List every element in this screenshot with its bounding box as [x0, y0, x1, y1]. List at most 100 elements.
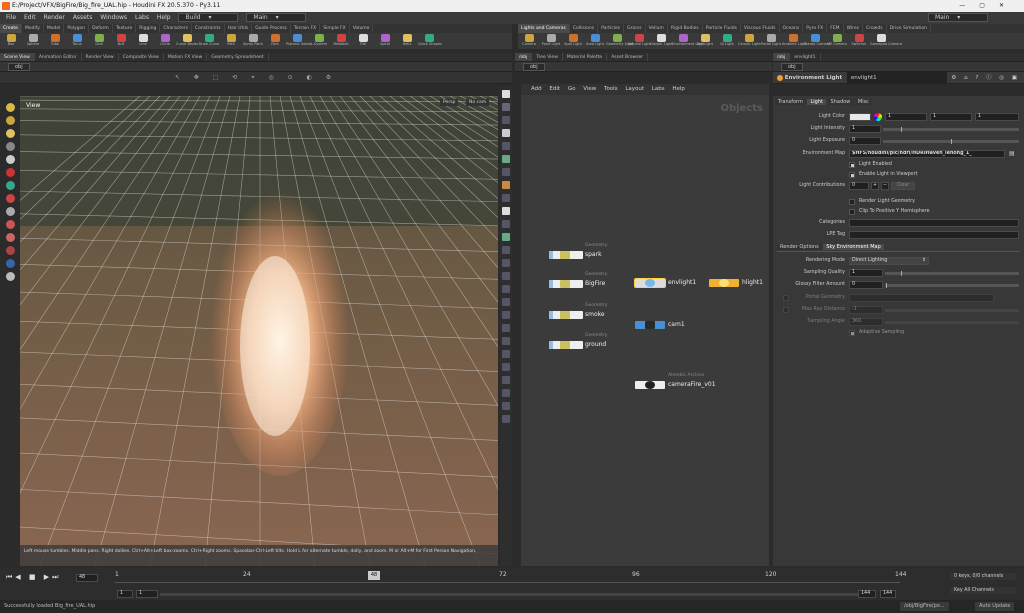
- current-frame-field[interactable]: 48: [76, 574, 98, 582]
- contrib-clear-button[interactable]: Clear: [891, 182, 915, 190]
- node-flag[interactable]: [549, 311, 553, 319]
- window-controls[interactable]: —▢✕: [959, 0, 1018, 12]
- end-frame-field[interactable]: 144: [880, 590, 896, 598]
- rendering-mode-dropdown[interactable]: Direct Lighting ⇕: [849, 257, 929, 265]
- shelf-tab[interactable]: Viscous Fluids: [741, 24, 780, 33]
- desktop-dropdown[interactable]: Main ▾: [246, 13, 307, 22]
- playback-controls[interactable]: ⏮◀ ■ ▶⏭: [6, 573, 61, 582]
- display-option-icon[interactable]: [502, 246, 510, 254]
- shelf-tab[interactable]: Constraints: [192, 24, 225, 33]
- clip-hemi-checkbox[interactable]: [849, 209, 855, 215]
- sampling-quality-field[interactable]: 1: [849, 269, 883, 277]
- snap-grid-icon[interactable]: [5, 233, 15, 242]
- viewport[interactable]: View Persp No cam: [20, 96, 498, 566]
- menu-windows[interactable]: Windows: [100, 14, 127, 21]
- slider-handle[interactable]: [886, 283, 887, 288]
- light-color-b[interactable]: 1: [975, 113, 1019, 121]
- shelf-tool-button[interactable]: Spot Light: [562, 33, 584, 46]
- shelf-tab[interactable]: Characters: [160, 24, 192, 33]
- display-option-icon[interactable]: [502, 194, 510, 202]
- shelf-tool-button[interactable]: Draw Curve: [198, 33, 220, 46]
- net-menu-add[interactable]: Add: [531, 86, 542, 92]
- shelf-tool-button[interactable]: Sphere: [22, 33, 44, 46]
- display-option-icon[interactable]: [502, 298, 510, 306]
- pane-tab[interactable]: Animation Editor: [35, 53, 82, 61]
- display-option-icon[interactable]: [502, 272, 510, 280]
- pane-tab[interactable]: envlight1: [790, 53, 821, 61]
- shelf-tool-button[interactable]: Gamepad Camera: [870, 33, 902, 46]
- shelf-tool-button[interactable]: Curve Bezier: [176, 33, 198, 46]
- camera-menu[interactable]: No cam: [466, 99, 490, 106]
- exposure-slider[interactable]: [883, 139, 1019, 144]
- net-menu-edit[interactable]: Edit: [549, 86, 560, 92]
- build-dropdown[interactable]: Build ▾: [178, 13, 239, 22]
- display-option-icon[interactable]: [502, 207, 510, 215]
- auto-update-button[interactable]: Auto Update: [975, 602, 1015, 611]
- light-enabled-checkbox[interactable]: [849, 162, 855, 168]
- pane-tab[interactable]: Render View: [82, 53, 119, 61]
- shelf-tool-button[interactable]: Ambient Light: [782, 33, 807, 46]
- status-path[interactable]: /obj/BigFire/po...: [900, 602, 949, 611]
- light-color-swatch[interactable]: [849, 113, 871, 121]
- shelf-tool-button[interactable]: Font: [264, 33, 286, 46]
- color-wheel-icon[interactable]: [874, 113, 882, 121]
- display-option-icon[interactable]: [502, 116, 510, 124]
- handle-tool-icon[interactable]: [5, 155, 15, 164]
- shelf-tool-button[interactable]: VR Camera: [826, 33, 848, 46]
- menu-file[interactable]: File: [6, 14, 16, 21]
- light-color-r[interactable]: 1: [885, 113, 927, 121]
- display-option-icon[interactable]: [502, 337, 510, 345]
- shelf-tab[interactable]: Particle Fluids: [703, 24, 741, 33]
- display-option-icon[interactable]: [502, 389, 510, 397]
- timeline-ruler[interactable]: 48 1 24 72 96 120 144: [115, 571, 906, 583]
- intensity-field[interactable]: 1: [849, 125, 881, 133]
- render-geo-checkbox[interactable]: [849, 199, 855, 205]
- shelf-tab[interactable]: Collisions: [570, 24, 599, 33]
- envmap-field[interactable]: $HFS/houdini/pic/hdri/HDRIHaven_lenong_1…: [849, 150, 1005, 158]
- shelf-tab[interactable]: Pyro FX: [803, 24, 828, 33]
- menu-assets[interactable]: Assets: [73, 14, 93, 21]
- slider-handle[interactable]: [951, 139, 952, 144]
- shelf-tool-button[interactable]: GI Light: [716, 33, 738, 46]
- file-chooser-icon[interactable]: ▤: [1009, 150, 1015, 158]
- display-option-icon[interactable]: [502, 311, 510, 319]
- display-option-icon[interactable]: [502, 415, 510, 423]
- shelf-tab[interactable]: Volume: [350, 24, 374, 33]
- display-option-icon[interactable]: [502, 376, 510, 384]
- param-header-icons[interactable]: ⚙ ⌂ ? ⓘ ◎ ▣: [951, 72, 1020, 84]
- shelf-tool-button[interactable]: Stereo Camera: [804, 33, 830, 46]
- pane-tab[interactable]: Composite View: [119, 53, 164, 61]
- pane-tab[interactable]: Motion FX View: [164, 53, 208, 61]
- shelf-tool-button[interactable]: Path: [220, 33, 242, 46]
- contrib-field[interactable]: 0: [849, 182, 869, 190]
- glossy-slider[interactable]: [885, 283, 1019, 288]
- max-ray-field[interactable]: -1: [849, 306, 883, 314]
- shelf-tab[interactable]: Modify: [22, 24, 44, 33]
- tab-light[interactable]: Light: [807, 99, 826, 105]
- shelf-tab[interactable]: Create: [0, 24, 22, 33]
- net-menu-layout[interactable]: Layout: [625, 86, 644, 92]
- param-node-name[interactable]: envlight1: [846, 72, 947, 84]
- shelf-tab[interactable]: FEM: [827, 24, 844, 33]
- intensity-slider[interactable]: [883, 127, 1019, 132]
- net-menu-view[interactable]: View: [583, 86, 596, 92]
- persp-menu[interactable]: Persp: [440, 99, 459, 106]
- display-option-icon[interactable]: [502, 259, 510, 267]
- shelf-tool-button[interactable]: Quick Shapes: [418, 33, 442, 46]
- exposure-field[interactable]: 0: [849, 137, 881, 145]
- network-editor[interactable]: Objects Geometry spark Geometry BigFire …: [521, 95, 769, 566]
- scale-tool-icon[interactable]: [5, 142, 15, 151]
- param-path[interactable]: obj: [781, 63, 803, 71]
- render-region-icon[interactable]: [5, 259, 15, 268]
- range-end-field[interactable]: 144: [858, 590, 876, 598]
- adaptive-checkbox[interactable]: [849, 330, 855, 336]
- shelf-tab[interactable]: Deform: [89, 24, 113, 33]
- shelf-tool-button[interactable]: Null: [110, 33, 132, 46]
- pane-tab[interactable]: /obj: [515, 53, 533, 61]
- shelf-tool-button[interactable]: Spray Paint: [242, 33, 264, 46]
- menu-labs[interactable]: Labs: [135, 14, 149, 21]
- display-option-icon[interactable]: [502, 168, 510, 176]
- pane-tab[interactable]: Scene View: [0, 53, 35, 61]
- shelf-tab[interactable]: Texture: [113, 24, 137, 33]
- shelf-tab[interactable]: Lights and Cameras: [518, 24, 570, 33]
